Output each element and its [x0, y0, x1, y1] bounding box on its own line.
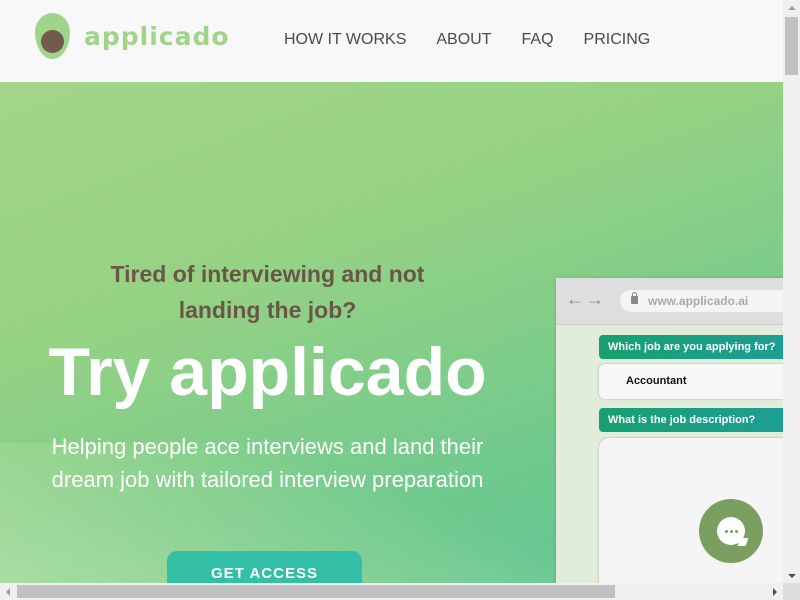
- vertical-scrollbar[interactable]: [783, 0, 800, 583]
- vertical-scroll-thumb[interactable]: [785, 17, 798, 75]
- scroll-down-arrow-icon[interactable]: [788, 574, 796, 578]
- mockup-question-2: What is the job description?: [599, 408, 783, 432]
- mockup-url: www.applicado.ai: [648, 294, 749, 308]
- avocado-pit: [41, 30, 64, 53]
- mockup-question-1: Which job are you applying for?: [599, 335, 783, 359]
- hero-subtitle: Helping people ace interviews and land t…: [51, 434, 484, 492]
- hero-tagline: Tired of interviewing and not landing th…: [110, 261, 425, 323]
- main-nav: HOW IT WORKS ABOUT FAQ PRICING: [284, 31, 680, 49]
- hero-content: Tired of interviewing and not landing th…: [20, 256, 515, 496]
- hero-title: Try applicado: [48, 334, 487, 410]
- nav-how-it-works[interactable]: HOW IT WORKS: [284, 31, 406, 49]
- lock-icon: [631, 292, 638, 304]
- scroll-left-arrow-icon[interactable]: [6, 588, 10, 596]
- chat-bubble-icon: [717, 517, 745, 545]
- mockup-url-field: www.applicado.ai: [620, 290, 783, 312]
- logo-text: applicado: [84, 21, 230, 51]
- mockup-answer-1: Accountant: [599, 364, 783, 399]
- get-access-button[interactable]: GET ACCESS: [167, 551, 362, 583]
- horizontal-scrollbar[interactable]: [0, 583, 783, 600]
- hero-section: Tired of interviewing and not landing th…: [0, 82, 783, 583]
- scrollbar-corner: [783, 583, 800, 600]
- back-forward-arrows-icon: ←→: [566, 289, 606, 309]
- site-header: applicado HOW IT WORKS ABOUT FAQ PRICING: [0, 0, 783, 82]
- logo[interactable]: applicado: [35, 13, 230, 59]
- avocado-icon: [35, 13, 70, 59]
- scroll-right-arrow-icon[interactable]: [773, 588, 777, 596]
- mockup-address-bar: ←→ www.applicado.ai: [556, 278, 783, 325]
- nav-about[interactable]: ABOUT: [436, 31, 491, 49]
- chat-widget-button[interactable]: [699, 499, 763, 563]
- scroll-up-arrow-icon[interactable]: [788, 6, 796, 10]
- nav-faq[interactable]: FAQ: [522, 31, 554, 49]
- horizontal-scroll-thumb[interactable]: [17, 585, 615, 598]
- nav-pricing[interactable]: PRICING: [584, 31, 651, 49]
